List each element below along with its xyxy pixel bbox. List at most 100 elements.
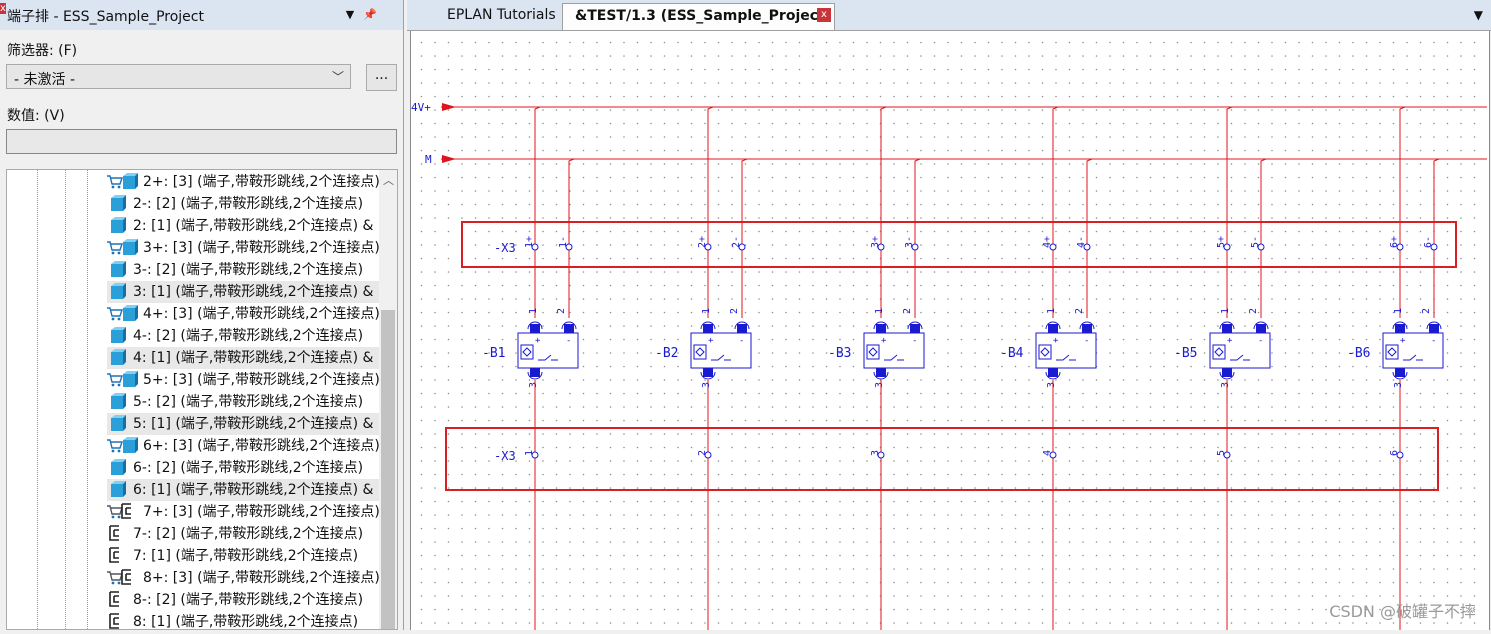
tree-item[interactable]: 4+: [3] (端子,带鞍形跳线,2个连接点) <box>107 303 383 325</box>
terminal-label: 1- <box>558 236 569 248</box>
terminal-outline-icon <box>107 546 129 564</box>
tab-list-dropdown-icon[interactable]: ▼ <box>1474 8 1483 22</box>
tree-item-label: 3+: [3] (端子,带鞍形跳线,2个连接点) <box>143 240 380 256</box>
pin-label: 1 <box>874 308 885 314</box>
pin-tab <box>703 324 713 333</box>
terminal-label: 4+ <box>1042 236 1053 248</box>
filter-value: - 未激活 - <box>14 72 76 88</box>
terminal-label: 2- <box>731 236 742 248</box>
terminal-cube-icon <box>107 480 129 498</box>
bus-label: M <box>425 153 432 166</box>
pin-label: 1 <box>1220 308 1231 314</box>
filter-select[interactable]: - 未激活 - ﹀ <box>6 64 351 89</box>
terminal-strip-panel: 端子排 - ESS_Sample_Project ▼ 📌 x 筛选器: (F) … <box>0 0 404 630</box>
chevron-down-icon: ﹀ <box>331 70 344 84</box>
terminal-cube-icon <box>107 260 129 278</box>
watermark: CSDN @破罐子不摔 <box>1329 602 1476 621</box>
panel-titlebar: 端子排 - ESS_Sample_Project ▼ 📌 x <box>0 0 403 30</box>
pin-label: 2 <box>729 308 740 314</box>
tree-item-label: 8: [1] (端子,带鞍形跳线,2个连接点) <box>133 614 359 630</box>
pin-label: 2 <box>556 308 567 314</box>
tree-item[interactable]: 8-: [2] (端子,带鞍形跳线,2个连接点) <box>107 589 383 611</box>
pin-tab <box>1048 368 1058 377</box>
pin-tab <box>1395 324 1405 333</box>
terminal-cart-icon <box>107 304 139 322</box>
pin-tab <box>876 368 886 377</box>
terminal-cube-icon <box>107 392 129 410</box>
tree-item[interactable]: 7+: [3] (端子,带鞍形跳线,2个连接点) <box>107 501 383 523</box>
dropdown-icon[interactable]: ▼ <box>343 8 357 22</box>
tree-item[interactable]: 3+: [3] (端子,带鞍形跳线,2个连接点) <box>107 237 383 259</box>
close-tab-button[interactable]: x <box>817 8 831 22</box>
tree-item[interactable]: 3: [1] (端子,带鞍形跳线,2个连接点) & <box>107 281 383 303</box>
polarity-mark: - <box>912 336 917 346</box>
terminal-label: 5+ <box>1216 236 1227 248</box>
device-label: -B1 <box>482 346 505 361</box>
tree-item-label: 2-: [2] (端子,带鞍形跳线,2个连接点) <box>133 196 364 212</box>
terminal-label: 5- <box>1250 236 1261 248</box>
scrollbar-thumb[interactable] <box>381 310 395 629</box>
tree-item-label: 7-: [2] (端子,带鞍形跳线,2个连接点) <box>133 526 364 542</box>
tree-item[interactable]: 8+: [3] (端子,带鞍形跳线,2个连接点) <box>107 567 383 589</box>
pin-icon[interactable]: 📌 <box>363 8 377 22</box>
document-tabbar: EPLAN Tutorials &TEST/1.3 (ESS_Sample_Pr… <box>407 0 1491 31</box>
pin-tab <box>530 324 540 333</box>
close-panel-button[interactable]: x <box>0 3 6 14</box>
pin-tab <box>737 324 747 333</box>
pin-label: 1 <box>701 308 712 314</box>
tab-eplan-tutorials[interactable]: EPLAN Tutorials <box>419 3 569 30</box>
device-label: -B5 <box>1174 346 1197 361</box>
tree-item[interactable]: 2-: [2] (端子,带鞍形跳线,2个连接点) <box>107 193 383 215</box>
tree-item[interactable]: 2+: [3] (端子,带鞍形跳线,2个连接点) <box>107 171 383 193</box>
terminal-cart-icon <box>107 436 139 454</box>
tree-item-label: 8+: [3] (端子,带鞍形跳线,2个连接点) <box>143 570 380 586</box>
pin-tab <box>1395 368 1405 377</box>
tree-item[interactable]: 7: [1] (端子,带鞍形跳线,2个连接点) <box>107 545 383 567</box>
pin-label: 1 <box>528 308 539 314</box>
tree-item[interactable]: 6-: [2] (端子,带鞍形跳线,2个连接点) <box>107 457 383 479</box>
tree-item[interactable]: 7-: [2] (端子,带鞍形跳线,2个连接点) <box>107 523 383 545</box>
pin-tab <box>910 324 920 333</box>
terminal-cart-outline-icon <box>107 568 139 586</box>
tree-item[interactable]: 2: [1] (端子,带鞍形跳线,2个连接点) & <box>107 215 383 237</box>
scroll-up-icon[interactable]: ︿ <box>383 172 394 188</box>
tree-item[interactable]: 5+: [3] (端子,带鞍形跳线,2个连接点) <box>107 369 383 391</box>
schematic-canvas[interactable]: 4V+ M -X3 -X3 1+ 1- 1 1 2 3 + - -B1 2+ 2- 2 1 2 3 + - -B2 3+ 3-… <box>410 31 1490 630</box>
pin-tab <box>1222 368 1232 377</box>
tree-scrollbar[interactable]: ︿ <box>379 170 397 629</box>
pin-tab <box>1222 324 1232 333</box>
terminal-outline-icon <box>107 590 129 608</box>
polarity-mark: + <box>1053 336 1059 346</box>
tree-item[interactable]: 5-: [2] (端子,带鞍形跳线,2个连接点) <box>107 391 383 413</box>
tree-item[interactable]: 6+: [3] (端子,带鞍形跳线,2个连接点) <box>107 435 383 457</box>
pin-label: 1 <box>1393 308 1404 314</box>
polarity-mark: - <box>1431 336 1436 346</box>
terminal-tree: 2+: [3] (端子,带鞍形跳线,2个连接点) 2-: [2] (端子,带鞍形跳… <box>6 169 398 630</box>
polarity-mark: + <box>1227 336 1233 346</box>
strip-label-bottom: -X3 <box>494 449 516 463</box>
terminal-cart-icon <box>107 172 139 190</box>
tree-item[interactable]: 4: [1] (端子,带鞍形跳线,2个连接点) & <box>107 347 383 369</box>
bus-label: 4V+ <box>411 101 431 114</box>
tree-item-label: 7: [1] (端子,带鞍形跳线,2个连接点) <box>133 548 359 564</box>
polarity-mark: + <box>535 336 541 346</box>
tree-item[interactable]: 8: [1] (端子,带鞍形跳线,2个连接点) <box>107 611 383 630</box>
tree-item[interactable]: 5: [1] (端子,带鞍形跳线,2个连接点) & <box>107 413 383 435</box>
value-input[interactable] <box>6 129 397 154</box>
polarity-mark: + <box>1400 336 1406 346</box>
pin-label: 2 <box>902 308 913 314</box>
pin-label: 3 <box>1046 382 1057 388</box>
tree-item-label: 5-: [2] (端子,带鞍形跳线,2个连接点) <box>133 394 364 410</box>
filter-more-button[interactable]: ... <box>366 64 397 91</box>
pin-tab <box>530 368 540 377</box>
tree-item-label: 3: [1] (端子,带鞍形跳线,2个连接点) & <box>133 284 374 300</box>
terminal-label: 3- <box>904 236 915 248</box>
tree-item[interactable]: 3-: [2] (端子,带鞍形跳线,2个连接点) <box>107 259 383 281</box>
tree-item[interactable]: 4-: [2] (端子,带鞍形跳线,2个连接点) <box>107 325 383 347</box>
tree-item-label: 4: [1] (端子,带鞍形跳线,2个连接点) & <box>133 350 374 366</box>
tree-item-label: 4-: [2] (端子,带鞍形跳线,2个连接点) <box>133 328 364 344</box>
strip-label-top: -X3 <box>494 241 516 255</box>
polarity-mark: - <box>566 336 571 346</box>
tree-item[interactable]: 6: [1] (端子,带鞍形跳线,2个连接点) & <box>107 479 383 501</box>
tab-test-page[interactable]: &TEST/1.3 (ESS_Sample_Project) <box>562 3 835 30</box>
